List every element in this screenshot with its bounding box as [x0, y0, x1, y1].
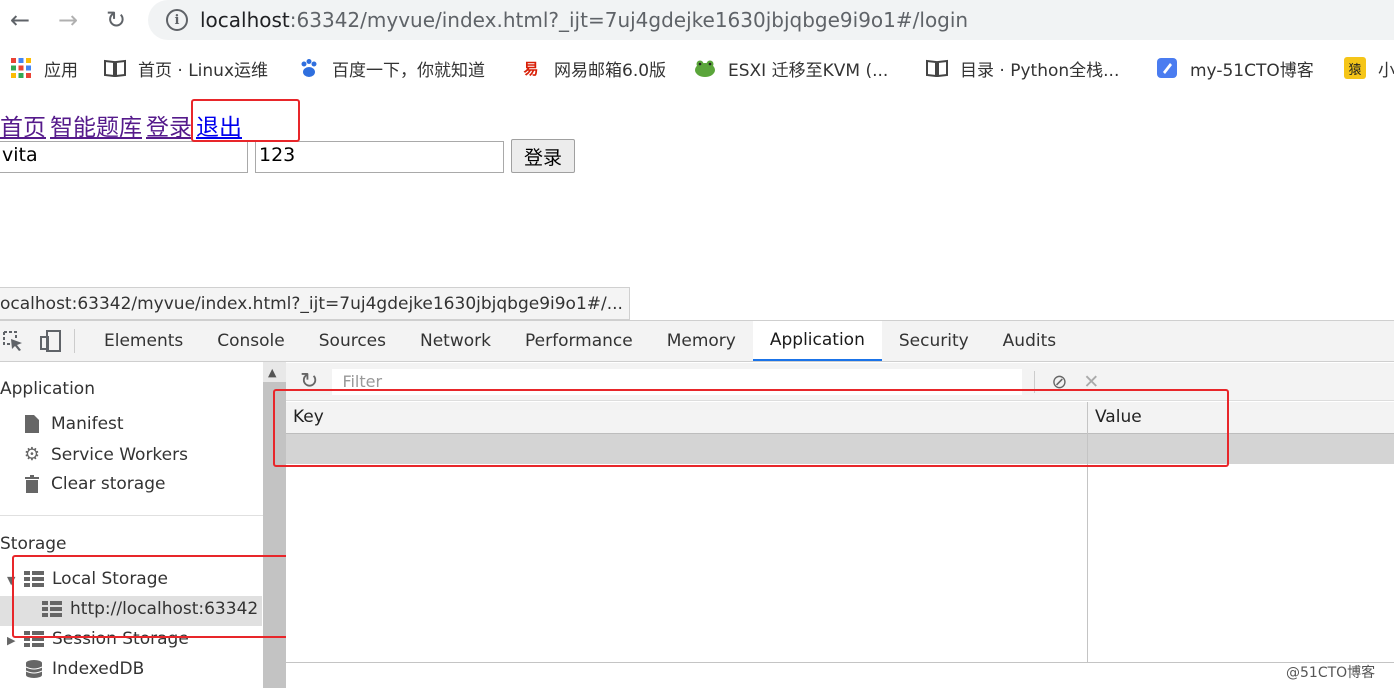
sidebar-item-indexeddb[interactable]: IndexedDB: [24, 659, 144, 679]
status-bar-url: ocalhost:63342/myvue/index.html?_ijt=7uj…: [0, 287, 630, 320]
ape-icon: 猿: [1344, 57, 1366, 79]
tab-security[interactable]: Security: [882, 321, 986, 361]
back-arrow-icon[interactable]: ←: [4, 4, 36, 36]
tab-sources[interactable]: Sources: [302, 321, 403, 361]
bookmark-netease[interactable]: 易网易邮箱6.0版: [520, 56, 694, 81]
nav-link-home[interactable]: 首页: [0, 115, 46, 141]
inspect-element-icon[interactable]: [0, 328, 26, 354]
info-icon[interactable]: i: [166, 9, 188, 31]
bookmark-51cto[interactable]: my-51CTO博客: [1156, 56, 1344, 81]
login-button[interactable]: 登录: [511, 139, 575, 173]
netease-mail-icon: 易: [523, 59, 539, 78]
watermark: @51CTO博客: [1286, 665, 1376, 681]
bookmark-apps[interactable]: 应用: [10, 56, 104, 81]
annotation-box-table: [273, 389, 1229, 467]
bookmark-linux[interactable]: 首页 · Linux运维: [104, 56, 298, 81]
book-icon: [104, 57, 126, 79]
tab-audits[interactable]: Audits: [986, 321, 1073, 361]
sidebar-item-service-workers[interactable]: ⚙ Service Workers: [22, 444, 188, 465]
annotation-box-local-storage: [12, 555, 306, 638]
frog-icon: [694, 57, 716, 79]
devtools-toolbar: Elements Console Sources Network Perform…: [0, 320, 1394, 362]
tab-network[interactable]: Network: [403, 321, 508, 361]
file-icon: [22, 415, 42, 433]
nav-link-login[interactable]: 登录: [146, 115, 192, 141]
toolbar-divider: [74, 329, 75, 353]
gear-icon: ⚙: [23, 444, 41, 465]
tab-application[interactable]: Application: [752, 321, 882, 361]
reload-icon[interactable]: ↻: [100, 4, 132, 36]
username-input[interactable]: vita: [0, 141, 248, 173]
tab-performance[interactable]: Performance: [508, 321, 650, 361]
browser-toolbar: ← → ↻ i localhost:63342/myvue/index.html…: [0, 0, 1394, 40]
tab-console[interactable]: Console: [200, 321, 302, 361]
forward-arrow-icon[interactable]: →: [52, 4, 84, 36]
book-icon: [926, 57, 948, 79]
sidebar-item-manifest[interactable]: Manifest: [22, 414, 124, 434]
bookmark-ape[interactable]: 猿小: [1344, 56, 1394, 81]
bookmarks-bar: 应用 首页 · Linux运维 百度一下，你就知道 易网易邮箱6.0版 ESXI…: [0, 50, 1394, 86]
pen-icon: [1156, 57, 1178, 79]
nav-link-question-bank[interactable]: 智能题库: [50, 115, 142, 141]
apps-grid-icon: [10, 57, 32, 79]
sidebar-item-clear-storage[interactable]: Clear storage: [22, 474, 165, 494]
database-icon: [24, 660, 44, 678]
table-bottom-border: [286, 662, 1394, 663]
annotation-box-logout: [191, 99, 300, 142]
trash-icon: [22, 475, 42, 493]
bookmark-esxi[interactable]: ESXI 迁移至KVM (...: [694, 56, 926, 81]
baidu-paw-icon: [298, 57, 320, 79]
address-bar[interactable]: i localhost:63342/myvue/index.html?_ijt=…: [148, 0, 1394, 40]
url-text[interactable]: localhost:63342/myvue/index.html?_ijt=7u…: [200, 8, 968, 32]
device-toolbar-icon[interactable]: [38, 328, 64, 354]
sidebar-header-application: Application: [0, 379, 95, 399]
bookmark-baidu[interactable]: 百度一下，你就知道: [298, 56, 520, 81]
password-input[interactable]: 123: [255, 141, 504, 173]
tab-memory[interactable]: Memory: [650, 321, 753, 361]
tab-elements[interactable]: Elements: [87, 321, 200, 361]
sidebar-divider: [0, 515, 263, 516]
sidebar-header-storage: Storage: [0, 534, 67, 554]
scroll-up-icon[interactable]: ▲: [268, 366, 276, 379]
bookmark-python[interactable]: 目录 · Python全栈...: [926, 56, 1156, 81]
